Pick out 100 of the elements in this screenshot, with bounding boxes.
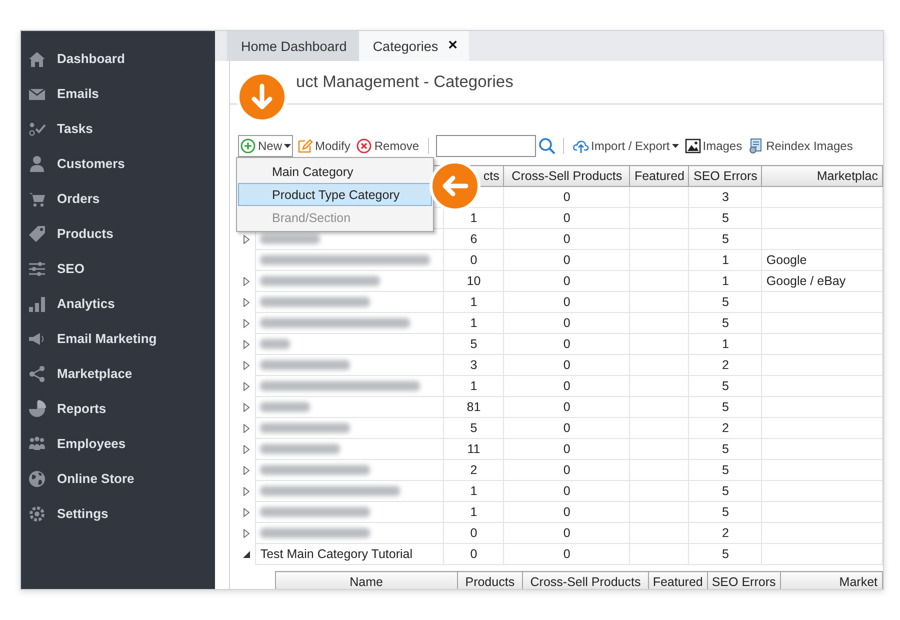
collapsed-triangle-icon[interactable] [242,466,252,474]
sidebar-item[interactable]: SEO [21,251,215,286]
table-cell: 1 [444,376,504,396]
collapsed-triangle-icon[interactable] [242,318,252,328]
sidebar-label: Dashboard [57,51,125,66]
table-cell: 0 [444,522,504,544]
sidebar-item[interactable]: Reports [21,391,215,426]
column-header[interactable]: Products [457,572,523,589]
table-cell: 5 [688,438,762,460]
remove-button[interactable]: Remove [354,135,422,157]
sidebar-item[interactable]: Settings [21,496,215,531]
table-cell: 1 [444,480,504,502]
table-cell: 0 [504,544,630,564]
tab[interactable]: Categories × [358,31,470,61]
reindex-button[interactable]: Reindex Images [746,135,855,157]
collapsed-triangle-icon[interactable] [242,528,252,538]
sidebar-label: SEO [57,261,84,276]
table-cell: 2 [688,522,762,544]
table-cell: 5 [688,228,762,250]
table-cell: 0 [444,544,504,564]
sidebar-label: Tasks [57,121,93,136]
table-cell: 2 [444,460,504,480]
sidebar-item[interactable]: Products [21,216,215,251]
table-cell: 5 [688,460,762,480]
table-cell: 0 [504,228,630,250]
table-cell: 5 [444,418,504,438]
collapsed-triangle-icon[interactable] [242,234,252,244]
add-button[interactable]: New [238,135,294,157]
column-header[interactable]: Cross-Sell Products [522,572,648,589]
collapsed-triangle-icon[interactable] [242,424,252,432]
table-cell: 0 [504,376,630,396]
table-cell: 2 [688,418,762,438]
collapsed-triangle-icon[interactable] [242,298,252,306]
sidebar-item[interactable]: Online Store [21,461,215,496]
sidebar-item[interactable]: Emails [21,76,215,111]
search-icon[interactable] [538,137,556,155]
table-cell: 6 [444,228,504,250]
table-cell: 5 [688,312,762,334]
sidebar-icon [28,294,46,312]
sidebar-icon [28,224,46,242]
column-header[interactable]: Market [780,572,882,589]
expanded-triangle-icon[interactable] [242,550,252,558]
table-cell: 11 [444,438,504,460]
close-icon[interactable]: × [448,37,458,55]
reindex-icon [748,138,764,154]
table-cell: 0 [504,396,630,418]
table-cell: 1 [444,292,504,312]
table-cell: Google / eBay [762,270,882,292]
table-cell: 2 [688,354,762,376]
sidebar-icon [28,400,46,418]
image-icon [684,138,701,154]
import-button[interactable]: Import / Export [571,135,681,157]
table-cell: 5 [688,396,762,418]
sidebar-label: Customers [57,156,125,171]
collapsed-triangle-icon[interactable] [242,402,252,412]
sidebar-label: Marketplace [57,366,132,381]
table-cell: 1 [444,312,504,334]
collapsed-triangle-icon[interactable] [242,444,252,454]
menu-item[interactable]: Product Type Category [238,183,432,206]
table-cell: Google [762,250,882,270]
cloud-upload-icon [573,138,590,154]
collapsed-triangle-icon[interactable] [242,486,252,496]
sidebar-item[interactable]: Customers [21,146,215,181]
blurred-text [260,402,310,412]
column-header[interactable]: SEO Errors [707,572,780,589]
sidebar-label: Online Store [57,471,134,486]
table-cell: 0 [504,438,630,460]
sidebar-item[interactable]: Marketplace [21,356,215,391]
collapsed-triangle-icon[interactable] [242,382,252,390]
sidebar-item[interactable]: Orders [21,181,215,216]
table-cell: 0 [504,270,630,292]
tab[interactable]: Home Dashboard [227,31,359,61]
collapsed-triangle-icon[interactable] [242,276,252,286]
edit-button[interactable]: Modify [295,135,352,157]
sidebar-item[interactable]: Email Marketing [21,321,215,356]
sidebar-icon [28,364,46,382]
menu-item[interactable]: Main Category [238,160,432,183]
search-field[interactable] [436,135,536,157]
table-cell: 5 [444,334,504,354]
collapsed-triangle-icon[interactable] [242,360,252,370]
table-cell: 1 [688,270,762,292]
column-header[interactable]: Name [276,572,458,589]
column-header[interactable]: Featured [648,572,708,589]
sidebar-label: Products [57,226,114,241]
sidebar-label: Email Marketing [57,331,157,346]
sidebar-item[interactable]: Tasks [21,111,215,146]
collapsed-triangle-icon[interactable] [242,340,252,348]
sidebar-item[interactable]: Dashboard [21,41,215,76]
column-header[interactable]: cts [483,169,500,183]
table-cell: 3 [444,354,504,376]
table-cell: 10 [444,270,504,292]
images-button[interactable]: Images [682,135,744,157]
collapsed-triangle-icon[interactable] [242,508,252,516]
table-cell: 0 [504,522,630,544]
table-cell: 5 [688,480,762,502]
sidebar-item[interactable]: Employees [21,426,215,461]
table-cell: 0 [504,460,630,480]
table-cell: 0 [444,250,504,270]
table-cell: 81 [444,396,504,418]
sidebar-item[interactable]: Analytics [21,286,215,321]
